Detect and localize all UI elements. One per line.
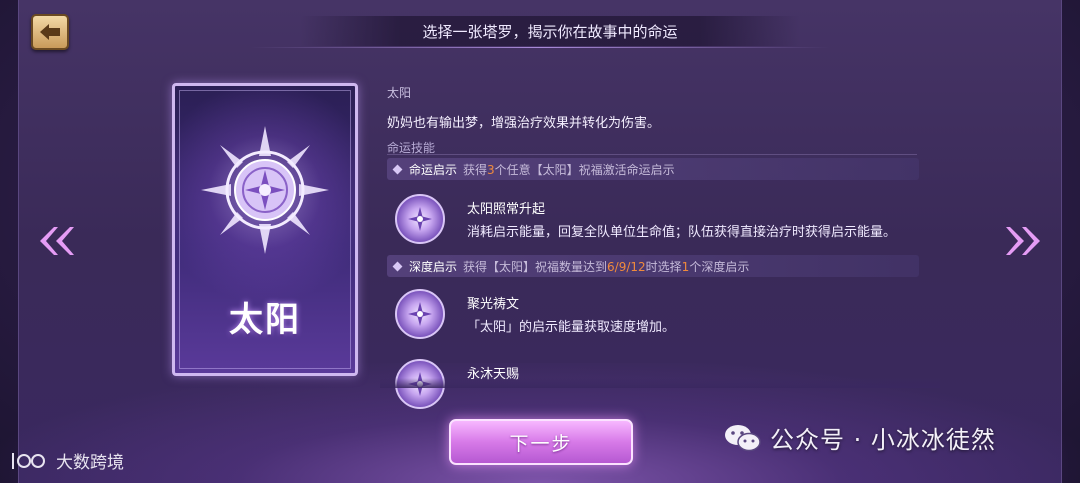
back-button[interactable] [31,14,69,50]
prev-card-arrow-icon[interactable] [36,225,76,261]
fate-revelation-name: 命运启示 [409,162,458,177]
title-divider [250,47,830,48]
skill-name: 太阳照常升起 [467,202,546,217]
fate-revelation-row: 命运启示 获得3个任意【太阳】祝福激活命运启示 [387,158,919,180]
card-name-label: 太阳 [387,86,412,100]
fate-revelation-desc: 获得3个任意【太阳】祝福激活命运启示 [463,162,675,177]
skill-name: 聚光祷文 [467,297,520,312]
wechat-icon [725,424,761,451]
card-info-panel: 太阳 奶妈也有输出梦，增强治疗效果并转化为伤害。 命运技能 命运启示 获得3个任… [387,84,922,409]
deep-revelation-name: 深度启示 [409,259,458,274]
next-step-button[interactable]: 下一步 [449,419,633,465]
skills-divider [387,154,917,155]
diamond-icon [392,164,403,174]
next-card-arrow-icon[interactable] [1004,225,1044,261]
deep-revelation-row: 深度启示 获得【太阳】祝福数量达到6/9/12时选择1个深度启示 [387,255,919,277]
watermark-left-text: 大数跨境 [56,453,124,473]
tarot-card[interactable]: 太阳 [172,83,358,376]
sun-skill-icon [395,289,445,339]
sun-icon [201,126,329,258]
skill-desc: 消耗启示能量，回复全队单位生命值；队伍获得直接治疗时获得启示能量。 [467,225,897,240]
card-description: 奶妈也有输出梦，增强治疗效果并转化为伤害。 [387,116,661,131]
card-title: 太阳 [229,300,301,340]
watermark-left: 大数跨境 [10,448,124,473]
skill-item[interactable]: 聚光祷文 「太阳」的启示能量获取速度增加。 [395,289,675,339]
back-arrow-icon [40,24,60,40]
list-fade [380,378,940,388]
watermark-right: 公众号 · 小冰冰徒然 [724,420,996,455]
deep-revelation-desc: 获得【太阳】祝福数量达到6/9/12时选择1个深度启示 [463,259,750,274]
brand-logo-icon [12,452,45,469]
sun-skill-icon [395,194,445,244]
diamond-icon [392,261,403,271]
page-title: 选择一张塔罗，揭示你在故事中的命运 [300,16,800,46]
skill-item[interactable]: 太阳照常升起 消耗启示能量，回复全队单位生命值；队伍获得直接治疗时获得启示能量。 [395,194,896,244]
watermark-right-text: 公众号 · 小冰冰徒然 [770,426,996,454]
skill-desc: 「太阳」的启示能量获取速度增加。 [467,320,676,335]
